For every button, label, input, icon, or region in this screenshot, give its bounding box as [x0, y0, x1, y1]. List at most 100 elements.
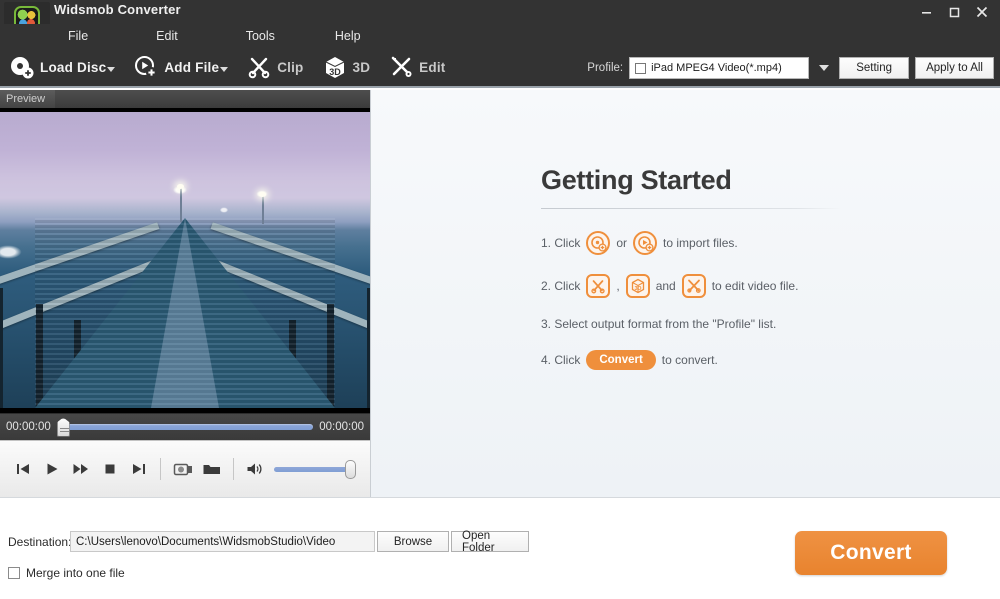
profile-checkbox-icon[interactable] [635, 63, 646, 74]
step-2-tail: to edit video file. [712, 279, 799, 293]
timeline-bar: 00:00:00 00:00:00 [0, 413, 370, 440]
app-window: Widsmob Converter CONVERTER File Edit To… [0, 0, 1000, 599]
open-folder-button[interactable]: Open Folder [451, 531, 529, 552]
menu-item-help[interactable]: Help [329, 26, 367, 46]
open-folder-button[interactable] [197, 454, 226, 484]
volume-thumb[interactable] [345, 460, 356, 479]
step-4-tail: to convert. [662, 353, 718, 367]
svg-text:3D: 3D [329, 67, 341, 77]
steps-list: 1. Click or [541, 231, 861, 370]
lamp-light [259, 192, 266, 197]
lamp-post [262, 194, 264, 224]
volume-slider[interactable] [274, 454, 362, 484]
cube-3d-icon: 3D [322, 54, 348, 80]
step-4: 4. Click Convert to convert. [541, 350, 861, 370]
three-d-button[interactable]: 3D 3D [313, 48, 380, 86]
step-3-text: 3. Select output format from the "Profil… [541, 317, 776, 331]
destination-label: Destination: [8, 535, 71, 549]
chevron-down-icon[interactable] [220, 67, 228, 72]
step-2-mid: , [616, 279, 619, 293]
next-button[interactable] [124, 454, 153, 484]
svg-text:3D: 3D [634, 286, 641, 292]
add-file-icon[interactable] [633, 231, 657, 255]
lamp-light [177, 184, 184, 189]
page-title: Getting Started [541, 165, 861, 196]
seek-track[interactable] [57, 424, 313, 430]
menu-item-tools[interactable]: Tools [240, 26, 281, 46]
step-2-prefix: 2. Click [541, 279, 580, 293]
fast-forward-button[interactable] [66, 454, 95, 484]
step-1-prefix: 1. Click [541, 236, 580, 250]
scissors-icon [246, 54, 272, 80]
merge-checkbox[interactable] [8, 567, 20, 579]
clip-button[interactable]: Clip [237, 48, 312, 86]
step-2-mid2: and [656, 279, 676, 293]
scissors-icon[interactable] [586, 274, 610, 298]
snapshot-button[interactable] [168, 454, 197, 484]
tools-icon[interactable] [682, 274, 706, 298]
previous-button[interactable] [8, 454, 37, 484]
profile-area: Profile: iPad MPEG4 Video(*.mp4) Setting… [587, 48, 994, 88]
add-file-label: Add File [164, 60, 219, 75]
disc-plus-icon[interactable] [586, 231, 610, 255]
step-1-tail: to import files. [663, 236, 738, 250]
divider [541, 208, 841, 209]
maximize-button[interactable] [940, 0, 968, 24]
preview-panel: Preview [0, 90, 370, 497]
speaker-icon[interactable] [241, 454, 270, 484]
title-bar: Widsmob Converter [0, 0, 1000, 24]
merge-into-one-file-row[interactable]: Merge into one file [8, 566, 125, 580]
cube-3d-icon[interactable]: 3D [626, 274, 650, 298]
add-file-icon [133, 54, 159, 80]
menu-item-edit[interactable]: Edit [150, 26, 184, 46]
destination-input[interactable] [70, 531, 375, 552]
seek-thumb[interactable] [57, 418, 70, 437]
apply-to-all-button[interactable]: Apply to All [915, 57, 994, 79]
chevron-down-icon [819, 65, 829, 71]
stop-button[interactable] [95, 454, 124, 484]
disc-plus-icon [9, 54, 35, 80]
convert-button[interactable]: Convert [795, 531, 947, 575]
divider [160, 458, 161, 480]
load-disc-button[interactable]: Load Disc [0, 48, 124, 86]
getting-started-panel: Getting Started 1. Click or [370, 90, 1000, 497]
preview-tab-bar: Preview [0, 90, 370, 108]
load-disc-label: Load Disc [40, 60, 106, 75]
edit-label: Edit [419, 60, 445, 75]
menu-item-file[interactable]: File [62, 26, 94, 46]
total-time: 00:00:00 [319, 421, 364, 433]
profile-value: iPad MPEG4 Video(*.mp4) [651, 62, 782, 74]
volume-track[interactable] [274, 467, 352, 472]
menu-bar: File Edit Tools Help [0, 24, 1000, 48]
close-button[interactable] [968, 0, 996, 24]
profile-label: Profile: [587, 62, 623, 74]
seek-slider[interactable] [57, 414, 313, 441]
step-2: 2. Click , 3D [541, 274, 861, 298]
merge-label: Merge into one file [26, 566, 125, 580]
step-3: 3. Select output format from the "Profil… [541, 317, 861, 331]
deck-reflection [151, 218, 219, 408]
step-1: 1. Click or [541, 231, 861, 255]
video-frame-image [0, 112, 370, 408]
profile-dropdown-button[interactable] [815, 57, 833, 79]
tab-preview[interactable]: Preview [0, 90, 55, 108]
current-time: 00:00:00 [6, 421, 51, 433]
minimize-button[interactable] [912, 0, 940, 24]
profile-select[interactable]: iPad MPEG4 Video(*.mp4) [629, 57, 809, 79]
divider [233, 458, 234, 480]
app-title: Widsmob Converter [54, 2, 181, 17]
lamp-post [180, 186, 182, 222]
setting-button[interactable]: Setting [839, 57, 909, 79]
chevron-down-icon[interactable] [107, 67, 115, 72]
step-4-prefix: 4. Click [541, 353, 580, 367]
play-button[interactable] [37, 454, 66, 484]
add-file-button[interactable]: Add File [124, 48, 237, 86]
getting-started-content: Getting Started 1. Click or [541, 165, 861, 389]
edit-button[interactable]: Edit [379, 48, 454, 86]
tools-icon [388, 54, 414, 80]
video-stage[interactable] [0, 108, 370, 413]
playback-controls [0, 440, 370, 497]
browse-button[interactable]: Browse [377, 531, 449, 552]
step-1-mid: or [616, 236, 627, 250]
convert-pill-button[interactable]: Convert [586, 350, 655, 370]
